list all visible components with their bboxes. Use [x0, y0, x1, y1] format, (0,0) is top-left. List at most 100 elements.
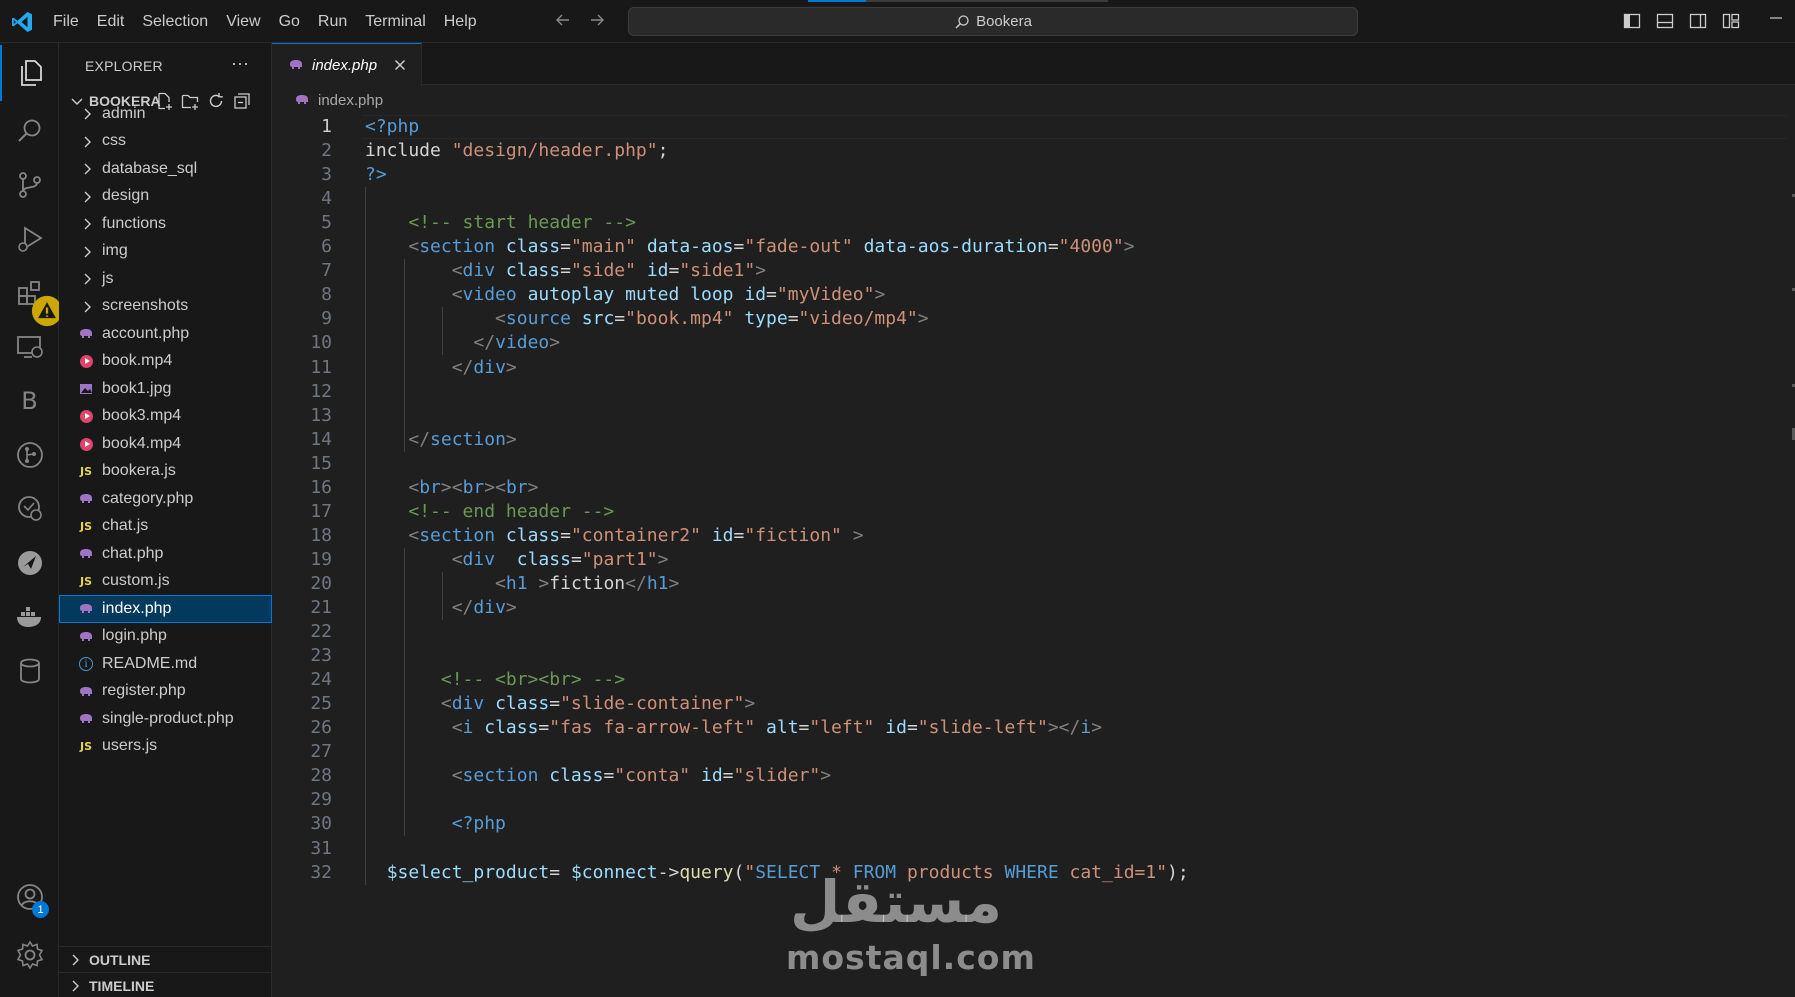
tree-file-login-php[interactable]: login.php — [59, 623, 272, 651]
tree-file-book4-mp4[interactable]: book4.mp4 — [59, 430, 272, 458]
code-line: 12 — [272, 380, 1795, 404]
line-number: 20 — [310, 572, 332, 594]
command-center-search[interactable]: Bookera — [628, 7, 1358, 36]
tree-file-account-php[interactable]: account.php — [59, 320, 272, 348]
tree-file-index-php[interactable]: index.php — [59, 595, 272, 623]
code-editor[interactable]: 1 <?php 2 include "design/header.php"; 3 ?> 4 5… — [272, 115, 1795, 997]
activity-remote-explorer[interactable] — [0, 319, 59, 375]
editor-tab-bar: index.php — [272, 43, 1795, 86]
tree-file-users-js[interactable]: JS users.js — [59, 733, 272, 761]
arrow-left-icon[interactable] — [553, 10, 573, 30]
tree-file-register-php[interactable]: register.php — [59, 678, 272, 706]
activity-search[interactable] — [0, 103, 59, 159]
tree-file-bookera-js[interactable]: JS bookera.js — [59, 458, 272, 486]
code-line: 1 <?php — [272, 115, 1795, 139]
tree-folder-functions[interactable]: functions — [59, 210, 272, 238]
code-line: 22 — [272, 620, 1795, 644]
toggle-primary-sidebar-icon[interactable] — [1622, 11, 1642, 31]
tree-file-readme-md[interactable]: i README.md — [59, 650, 272, 678]
video-icon — [79, 437, 93, 451]
tree-file-chat-js[interactable]: JS chat.js — [59, 513, 272, 541]
chevron-right-icon — [84, 163, 91, 175]
line-number: 17 — [310, 500, 332, 522]
line-number: 13 — [310, 404, 332, 426]
tree-file-custom-js[interactable]: JS custom.js — [59, 568, 272, 596]
code-line: 15 — [272, 452, 1795, 476]
tree-folder-js[interactable]: js — [59, 265, 272, 293]
tree-file-single-product-php[interactable]: single-product.php — [59, 705, 272, 733]
docker-icon — [16, 607, 41, 627]
activity-testing[interactable] — [0, 481, 59, 537]
activity-bootstrap[interactable]: B — [0, 373, 59, 429]
tree-folder-screenshots[interactable]: screenshots — [59, 293, 272, 321]
tree-file-label: book4.mp4 — [102, 434, 182, 452]
toggle-panel-icon[interactable] — [1655, 11, 1675, 31]
tree-file-label: register.php — [102, 682, 186, 700]
tree-file-label: account.php — [102, 324, 190, 342]
info-icon: i — [79, 657, 93, 671]
line-content: </div> — [451, 597, 517, 618]
timeline-section[interactable]: TIMELINE — [59, 972, 272, 997]
line-content: <section class="main" data-aos="fade-out… — [408, 236, 1135, 258]
line-number: 22 — [310, 621, 332, 643]
menu-terminal[interactable]: Terminal — [356, 13, 434, 31]
navigation-arrows — [553, 10, 607, 30]
php-elephant-icon — [80, 604, 92, 613]
line-content: <section class="conta" id="slider"> — [451, 765, 832, 787]
activity-explorer[interactable] — [0, 45, 59, 101]
tree-folder-css[interactable]: css — [59, 128, 272, 156]
tree-file-book-mp4[interactable]: book.mp4 — [59, 348, 272, 376]
chevron-right-icon — [84, 301, 91, 312]
tree-folder-design[interactable]: design — [59, 183, 272, 211]
activity-live-share[interactable] — [0, 535, 59, 591]
arrow-right-icon[interactable] — [587, 10, 607, 30]
line-content: <section class="container2" id="fiction"… — [408, 524, 864, 546]
line-content: <h1 >fiction</h1> — [495, 572, 680, 594]
tree-folder-database-sql[interactable]: database_sql — [59, 155, 272, 183]
minimize-window-icon[interactable] — [1766, 8, 1786, 28]
line-number: 5 — [321, 212, 332, 234]
code-line: 30 <?php — [272, 812, 1795, 836]
customize-layout-icon[interactable] — [1721, 11, 1741, 31]
code-line: 19 <div class="part1"> — [272, 548, 1795, 572]
tree-file-chat-php[interactable]: chat.php — [59, 540, 272, 568]
toggle-secondary-sidebar-icon[interactable] — [1688, 11, 1708, 31]
activity-docker[interactable] — [0, 589, 59, 645]
activity-source-control[interactable] — [0, 157, 59, 213]
menu-go[interactable]: Go — [270, 13, 309, 31]
outline-section[interactable]: OUTLINE — [59, 946, 272, 972]
menu-help[interactable]: Help — [435, 13, 486, 31]
activity-database[interactable] — [0, 643, 59, 699]
title-bar: File Edit Selection View Go Run Terminal… — [0, 0, 1795, 43]
tree-folder-label: database_sql — [102, 159, 198, 177]
tree-file-book3-mp4[interactable]: book3.mp4 — [59, 403, 272, 431]
code-line: 17 <!-- end header --> — [272, 500, 1795, 524]
activity-accounts[interactable]: 1 — [0, 869, 59, 925]
line-number: 8 — [321, 284, 332, 306]
tree-folder-admin[interactable]: admin — [59, 100, 272, 128]
tree-file-label: book1.jpg — [102, 379, 172, 397]
activity-extensions[interactable] — [0, 265, 63, 327]
activity-run-debug[interactable] — [0, 211, 59, 267]
tree-folder-img[interactable]: img — [59, 238, 272, 266]
tree-file-label: book3.mp4 — [102, 407, 182, 425]
breadcrumb-file[interactable]: index.php — [318, 92, 383, 109]
line-content: include "design/header.php"; — [365, 140, 669, 162]
code-line: 31 — [272, 837, 1795, 861]
activity-manage[interactable] — [0, 927, 59, 983]
tree-file-book1-jpg[interactable]: book1.jpg — [59, 375, 272, 403]
code-line: 21 </div> — [272, 596, 1795, 620]
explorer-more-actions[interactable]: ··· — [231, 53, 249, 74]
menu-file[interactable]: File — [44, 13, 88, 31]
menu-selection[interactable]: Selection — [133, 13, 217, 31]
menu-view[interactable]: View — [217, 13, 269, 31]
activity-git-graph[interactable] — [0, 427, 59, 483]
menu-edit[interactable]: Edit — [88, 13, 134, 31]
close-icon[interactable] — [392, 57, 408, 73]
tree-file-label: custom.js — [102, 572, 170, 590]
tab-index-php[interactable]: index.php — [272, 43, 422, 86]
menu-run[interactable]: Run — [309, 13, 356, 31]
tree-file-category-php[interactable]: category.php — [59, 485, 272, 513]
chevron-right-icon — [84, 218, 91, 230]
tab-label: index.php — [312, 56, 378, 74]
